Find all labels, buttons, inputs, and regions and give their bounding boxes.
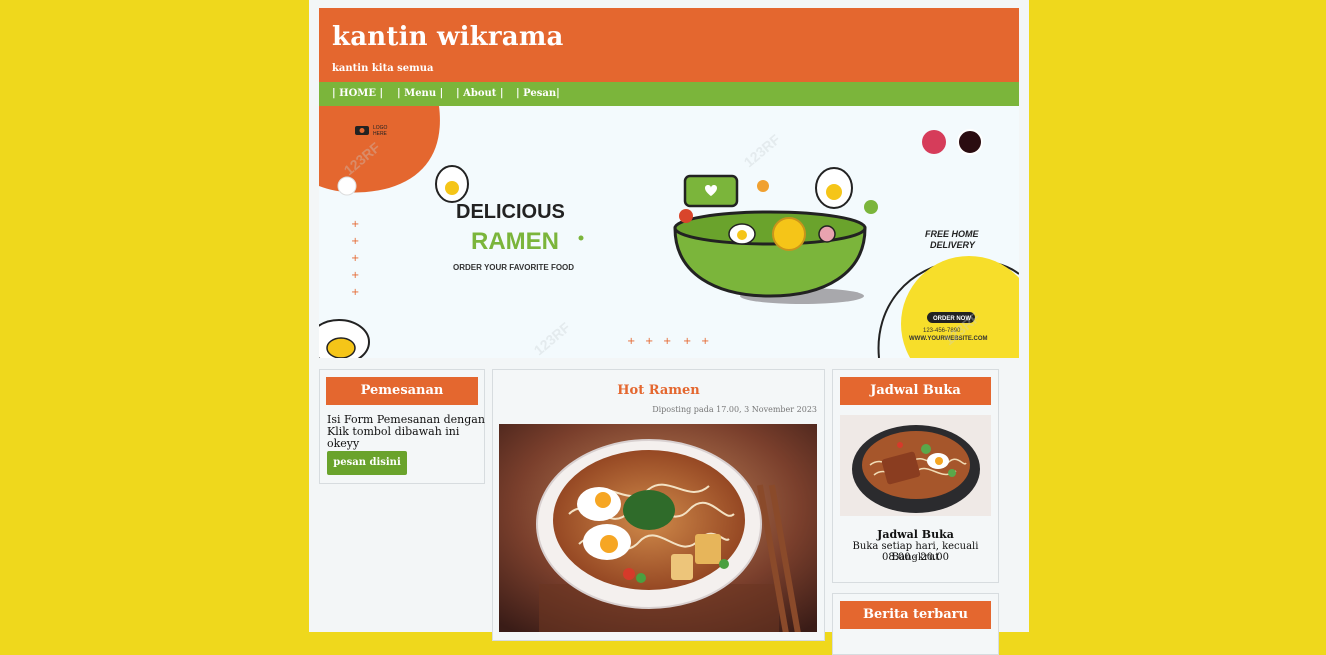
- greens: [623, 490, 675, 530]
- noodles: [772, 217, 806, 251]
- egg-icon: [337, 176, 357, 196]
- svg-text:123RF: 123RF: [531, 319, 574, 358]
- delivery-line1: FREE HOME: [925, 229, 980, 239]
- nav-item-home[interactable]: | HOME |: [332, 88, 383, 99]
- dark-circle: [957, 129, 983, 155]
- egg-yolk: [326, 337, 356, 358]
- svg-text:+: +: [351, 219, 359, 230]
- tofu-2: [671, 554, 693, 580]
- svg-text:+: +: [351, 270, 359, 281]
- tofu-1: [695, 534, 721, 564]
- schedule-widget: Jadwal Buka Jadwal Buka Buka setiap hari…: [832, 369, 999, 583]
- site-tagline: kantin kita semua: [332, 63, 434, 74]
- pink-circle: [922, 130, 946, 154]
- svg-text:+: +: [701, 336, 709, 347]
- schedule-image: [840, 415, 991, 516]
- news-widget: Berita terbaru: [832, 593, 999, 655]
- narutomaki: [818, 225, 836, 243]
- post-meta: Diposting pada 17.00, 3 November 2023: [652, 405, 817, 414]
- ramen-photo: [499, 424, 817, 632]
- nav-item-pesan[interactable]: | Pesan|: [516, 88, 560, 99]
- orange-dot: [757, 180, 769, 192]
- svg-text:+: +: [351, 236, 359, 247]
- bowl-rim: [673, 210, 867, 246]
- chili: [623, 568, 635, 580]
- page-container: kantin wikrama kantin kita semua | HOME …: [309, 0, 1029, 655]
- floating-egg-yolk: [826, 184, 842, 200]
- tomato-dot: [679, 209, 693, 223]
- site-header: kantin wikrama kantin kita semua: [319, 8, 1019, 82]
- svg-text:+: +: [683, 336, 691, 347]
- green-dot: [864, 200, 878, 214]
- news-heading: Berita terbaru: [840, 601, 991, 629]
- yellow-circle: [901, 256, 1019, 358]
- delivery-line2: DELIVERY: [930, 240, 976, 250]
- logo-line2: HERE: [373, 131, 388, 137]
- order-button[interactable]: pesan disini: [327, 451, 407, 475]
- logo-lens: [359, 128, 365, 133]
- banner-product: RAMEN: [471, 228, 559, 255]
- svg-text:+: +: [351, 253, 359, 264]
- svg-text:+: +: [663, 336, 671, 347]
- svg-text:+: +: [351, 287, 359, 298]
- banner-sub: ORDER YOUR FAVORITE FOOD: [453, 263, 574, 272]
- post-image: [499, 424, 817, 632]
- schedule-heading: Jadwal Buka: [840, 377, 991, 405]
- schedule-title: Jadwal Buka: [877, 528, 954, 541]
- svg-text:+: +: [645, 336, 653, 347]
- site-title: kantin wikrama: [332, 22, 564, 52]
- nav-item-about[interactable]: | About |: [456, 88, 504, 99]
- post-card: Hot Ramen Diposting pada 17.00, 3 Novemb…: [492, 369, 825, 641]
- dot-icon: [578, 235, 584, 241]
- banner-graphic: LOGO HERE +++ ++ + + + + + DELICIOUS RAMEN …: [319, 106, 1019, 358]
- banner-headline: DELICIOUS: [456, 201, 565, 223]
- order-widget-heading: Pemesanan: [326, 377, 478, 405]
- bowl-egg-yolk: [737, 230, 747, 240]
- main-nav: | HOME | | Menu | | About | | Pesan|: [319, 82, 1019, 106]
- ramen-thumb: [840, 415, 991, 516]
- hero-banner: LOGO HERE + + + + + + + + + + DELICIOUS RAMEN …: [319, 106, 1019, 358]
- svg-text:+: +: [627, 336, 635, 347]
- nav-item-menu[interactable]: | Menu |: [397, 88, 443, 99]
- order-widget: Pemesanan Isi Form Pemesanan dengan Klik…: [319, 369, 485, 484]
- boiled-egg-yolk: [445, 181, 459, 195]
- order-widget-text: Isi Form Pemesanan dengan Klik tombol di…: [327, 413, 485, 450]
- post-title[interactable]: Hot Ramen: [493, 383, 824, 398]
- svg-text:123RF: 123RF: [741, 131, 784, 171]
- watermarks: 123RF 123RF 123RF 123RF: [341, 131, 984, 358]
- schedule-hours: 08.00 - 20.00: [882, 552, 949, 563]
